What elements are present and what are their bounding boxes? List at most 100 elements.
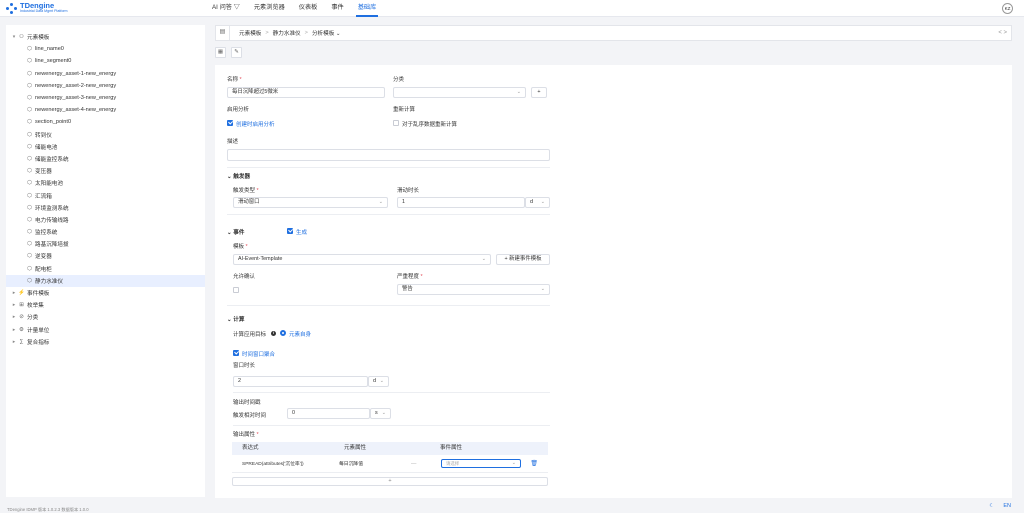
tree-root-element-templates[interactable]: ▾ ⚇ 元素模板: [6, 31, 205, 43]
tree-item[interactable]: ⬡ section_point0: [6, 116, 205, 128]
save-icon[interactable]: ▤: [216, 26, 230, 40]
description-textarea[interactable]: [227, 149, 550, 161]
category-select[interactable]: ⌄: [393, 87, 526, 98]
tree-item[interactable]: ⬡ 电力传输线路: [6, 214, 205, 226]
tree-item[interactable]: ⬡ newenergy_asset-2-new_energy: [6, 80, 205, 92]
tree-group[interactable]: ▸ ⚙ 计量单位: [6, 324, 205, 336]
nav-events[interactable]: 事件: [324, 0, 350, 17]
tree-item-label: 太阳能电池: [35, 181, 63, 188]
slide-duration-input[interactable]: 1: [397, 197, 525, 208]
event-generate-checkbox[interactable]: [287, 228, 293, 234]
tree-item[interactable]: ⬡ 逆变器: [6, 250, 205, 262]
chevron-right-icon[interactable]: ▸: [10, 302, 18, 308]
tree-item[interactable]: ⬡ 太阳能电池: [6, 177, 205, 189]
breadcrumb-item-dropdown[interactable]: 分析模板 ⌄: [312, 29, 341, 37]
tree-group[interactable]: ▸ ⊞ 枚举集: [6, 299, 205, 311]
window-agg-text: 时间窗口聚合: [242, 352, 276, 358]
allow-confirm-checkbox[interactable]: [233, 287, 239, 293]
tree-item[interactable]: ⬡ 静力水准仪: [6, 274, 205, 287]
table-header: 表达式 元素属性 事件属性: [232, 442, 548, 455]
info-icon[interactable]: i: [271, 331, 276, 336]
trigger-section-header[interactable]: ⌄ 触发器: [227, 172, 250, 180]
tree-item-label: 监控系统: [35, 230, 58, 237]
cube-icon: ⬡: [27, 58, 32, 65]
language-toggle[interactable]: EN: [1003, 503, 1011, 509]
calc-section-header[interactable]: ⌄ 计算: [227, 315, 244, 323]
breadcrumb-item[interactable]: 元素模板: [239, 29, 261, 37]
breadcrumb-separator: >: [265, 30, 269, 36]
severity-select[interactable]: 警告 ⌄: [397, 284, 550, 295]
breadcrumb-item[interactable]: 静力水准仪: [273, 29, 301, 37]
element-attr-cell[interactable]: 每日沉降值: [339, 460, 411, 467]
trigger-offset-input[interactable]: 0: [287, 408, 370, 419]
recalc-checkbox[interactable]: [393, 120, 399, 126]
trigger-type-select[interactable]: 滑动窗口 ⌄: [233, 197, 388, 208]
breadcrumb-nav-arrows[interactable]: < >: [998, 26, 1007, 40]
calc-target-radio[interactable]: [280, 330, 286, 336]
event-section-header[interactable]: ⌄ 事件: [227, 228, 244, 236]
add-row-button[interactable]: +: [232, 477, 548, 486]
tree-group[interactable]: ▸ ∑ 复合指标: [6, 336, 205, 348]
tree-item[interactable]: ⬡ 储能监控系统: [6, 153, 205, 165]
slide-unit-select[interactable]: d ⌄: [525, 197, 550, 208]
tree-item[interactable]: ⬡ 配电柜: [6, 263, 205, 275]
window-length-input[interactable]: 2: [233, 376, 368, 387]
allow-confirm-label: 允许确认: [233, 274, 256, 280]
version-text: TDengine IDMP 版本 1.0.2.3 数据版本 1.0.0: [7, 507, 89, 512]
tree-item-label: newenergy_asset-1-new_energy: [35, 70, 117, 77]
cube-icon: ⬡: [27, 70, 32, 77]
expression-cell[interactable]: SPREAD(attributes['沉位率']): [232, 460, 339, 467]
sidebar-tree: ▾ ⚇ 元素模板 ⬡ line_name0 ⬡ line_segment0 ⬡ newen…: [6, 25, 205, 497]
column-header: 表达式: [242, 445, 259, 451]
event-attr-select[interactable]: 请选择 ⌄: [441, 459, 521, 468]
tree-item-label: line_name0: [35, 46, 64, 53]
tree-item[interactable]: ⬡ 变压器: [6, 165, 205, 177]
new-event-template-button[interactable]: + 新建事件模板: [496, 254, 550, 265]
chevron-right-icon[interactable]: ▸: [10, 339, 18, 345]
chevron-down-icon: ⌄: [516, 89, 521, 95]
nav-ai-qa[interactable]: AI 问答 ▽: [205, 0, 247, 17]
output-attr-label: 输出属性 *: [233, 432, 259, 438]
window-unit-select[interactable]: d ⌄: [368, 376, 389, 387]
logo[interactable]: TDengine Industrial Data Mgmt Platform: [0, 2, 205, 14]
cube-icon: ⬡: [27, 131, 32, 138]
tree-item[interactable]: ⬡ 转到仪: [6, 129, 205, 141]
edit-icon[interactable]: ✎: [231, 47, 242, 58]
chevron-down-icon[interactable]: ▾: [10, 34, 18, 40]
trash-icon[interactable]: 🗑: [521, 460, 538, 467]
tree-item[interactable]: ⬡ 储能电池: [6, 141, 205, 153]
tree-item[interactable]: ⬡ line_name0: [6, 43, 205, 55]
nav-element-browser[interactable]: 元素浏览器: [247, 0, 292, 17]
tree-item[interactable]: ⬡ newenergy_asset-3-new_energy: [6, 92, 205, 104]
tree-item[interactable]: ⬡ line_segment0: [6, 55, 205, 67]
tree-item[interactable]: ⬡ 汇流箱: [6, 189, 205, 201]
enable-analysis-checkbox[interactable]: [227, 120, 233, 126]
name-input[interactable]: 每日沉降超过5微米: [227, 87, 385, 98]
tree-item[interactable]: ⬡ newenergy_asset-4-new_energy: [6, 104, 205, 116]
calendar-icon[interactable]: ▦: [215, 47, 226, 58]
tree-item-label: 储能监控系统: [35, 156, 69, 163]
nav-dashboard[interactable]: 仪表板: [292, 0, 325, 17]
chevron-right-icon[interactable]: ▸: [10, 290, 18, 296]
add-category-button[interactable]: +: [531, 87, 547, 98]
tree-item[interactable]: ⬡ newenergy_asset-1-new_energy: [6, 68, 205, 80]
tree-group[interactable]: ▸ ⚡ 事件模板: [6, 287, 205, 299]
moon-icon[interactable]: ☾: [989, 503, 994, 509]
category-label: 分类: [393, 77, 405, 83]
dash: —: [411, 460, 417, 467]
nav-library[interactable]: 基础库: [351, 0, 384, 17]
window-agg-checkbox[interactable]: [233, 350, 239, 356]
cube-icon: ⬡: [27, 180, 32, 187]
tree-item[interactable]: ⬡ 环境监测系统: [6, 202, 205, 214]
chevron-right-icon[interactable]: ▸: [10, 314, 18, 320]
tree-item[interactable]: ⬡ 监控系统: [6, 226, 205, 238]
trigger-offset-unit-select[interactable]: s ⌄: [370, 408, 391, 419]
template-select[interactable]: AI-Event-Template ⌄: [233, 254, 491, 265]
tree-item[interactable]: ⬡ 路基沉降培拔: [6, 238, 205, 250]
chevron-right-icon[interactable]: ▸: [10, 327, 18, 333]
cube-icon: ⬡: [27, 241, 32, 248]
avatar[interactable]: KZ: [1002, 3, 1013, 14]
tree-group[interactable]: ▸ ⊘ 分类: [6, 311, 205, 323]
divider: [227, 305, 550, 306]
hierarchy-icon: ⚇: [19, 34, 24, 41]
